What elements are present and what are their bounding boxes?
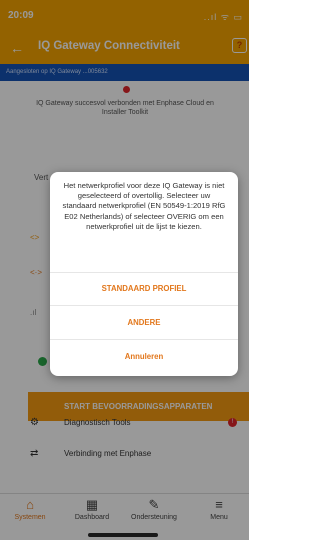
dialog-message: Het netwerkprofiel voor deze IQ Gateway … <box>62 181 226 231</box>
network-profile-dialog: Het netwerkprofiel voor deze IQ Gateway … <box>50 172 238 376</box>
divider <box>50 272 238 273</box>
divider <box>50 339 238 340</box>
app-screen: 20:09 ..ıl ᯤ ▭ ← IQ Gateway Connectivite… <box>0 0 249 541</box>
cancel-button[interactable]: Annuleren <box>50 352 238 361</box>
other-button[interactable]: ANDERE <box>50 318 238 327</box>
divider <box>50 305 238 306</box>
standard-profile-button[interactable]: STANDAARD PROFIEL <box>50 284 238 293</box>
